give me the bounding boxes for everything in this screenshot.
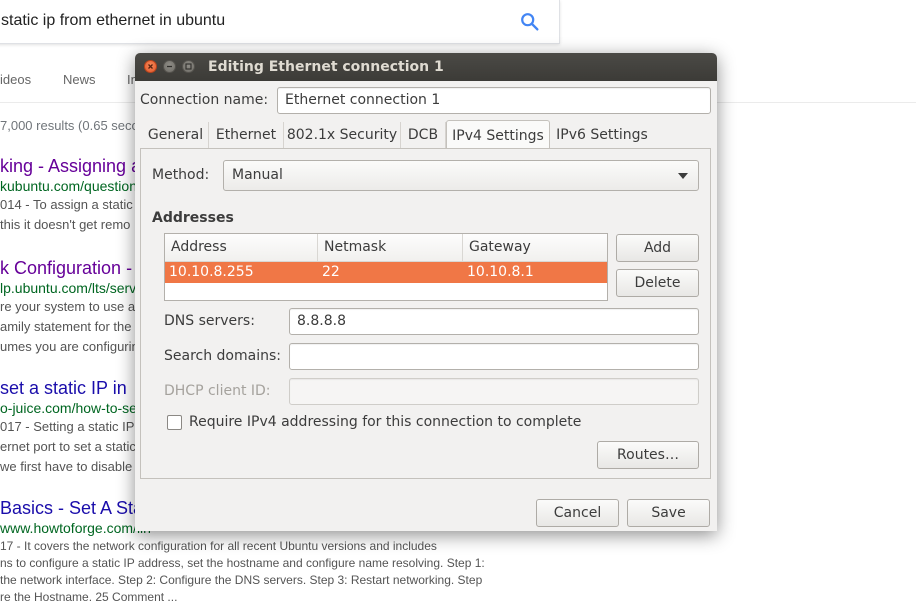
nav-tab-videos[interactable]: ideos: [0, 72, 31, 87]
search-domains-label: Search domains:: [164, 348, 281, 364]
connection-name-label: Connection name:: [140, 92, 269, 108]
addresses-table[interactable]: Address Netmask Gateway 10.10.8.255 22 1…: [164, 233, 608, 301]
result-snippet-line: 17 - It covers the network configuration…: [0, 539, 437, 553]
table-row[interactable]: 10.10.8.255 22 10.10.8.1: [165, 262, 607, 283]
result-snippet-line: ns to configure a static IP address, set…: [0, 556, 485, 570]
close-button[interactable]: [144, 60, 157, 73]
require-ipv4-checkbox[interactable]: [167, 415, 182, 430]
cell-gateway[interactable]: 10.10.8.1: [467, 264, 534, 280]
tab-ipv6-settings[interactable]: IPv6 Settings: [550, 122, 654, 148]
dhcp-client-id-label: DHCP client ID:: [164, 383, 271, 399]
results-count: 7,000 results (0.65 seco: [0, 118, 139, 133]
minimize-button[interactable]: [163, 60, 176, 73]
close-icon: [148, 64, 153, 69]
tab-ipv4-settings[interactable]: IPv4 Settings: [446, 120, 550, 149]
search-box[interactable]: static ip from ethernet in ubuntu: [0, 0, 560, 44]
chevron-down-icon: [678, 173, 688, 179]
maximize-button[interactable]: [182, 60, 195, 73]
column-header-address[interactable]: Address: [165, 234, 318, 262]
cell-address[interactable]: 10.10.8.255: [169, 264, 254, 280]
tab-8021x-security[interactable]: 802.1x Security: [284, 122, 401, 148]
dns-servers-label: DNS servers:: [164, 313, 255, 329]
nav-tab-news[interactable]: News: [63, 72, 96, 87]
add-button[interactable]: Add: [616, 234, 699, 262]
minimize-icon: [167, 65, 172, 68]
tab-dcb[interactable]: DCB: [401, 122, 446, 148]
search-input[interactable]: static ip from ethernet in ubuntu: [1, 12, 225, 30]
delete-button[interactable]: Delete: [616, 269, 699, 297]
dns-servers-value: 8.8.8.8: [297, 313, 346, 329]
dialog-title: Editing Ethernet connection 1: [208, 59, 444, 75]
save-button[interactable]: Save: [627, 499, 710, 527]
search-icon[interactable]: [519, 11, 541, 33]
dns-servers-field[interactable]: 8.8.8.8: [289, 308, 699, 335]
cancel-button[interactable]: Cancel: [536, 499, 619, 527]
result-snippet-line: re the Hostname. 25 Comment ...: [0, 590, 178, 604]
dhcp-client-id-field: [289, 378, 699, 405]
connection-name-value: Ethernet connection 1: [285, 92, 441, 108]
search-domains-field[interactable]: [289, 343, 699, 370]
require-ipv4-label[interactable]: Require IPv4 addressing for this connect…: [189, 414, 581, 430]
addresses-heading: Addresses: [152, 210, 234, 226]
maximize-icon: [185, 63, 192, 70]
dialog-titlebar[interactable]: Editing Ethernet connection 1: [135, 53, 717, 81]
column-header-netmask[interactable]: Netmask: [318, 234, 463, 262]
result-snippet-line: the network interface. Step 2: Configure…: [0, 573, 483, 587]
cell-netmask[interactable]: 22: [322, 264, 340, 280]
method-label: Method:: [152, 167, 210, 183]
routes-button[interactable]: Routes…: [597, 441, 699, 469]
tab-ethernet[interactable]: Ethernet: [209, 122, 284, 148]
column-header-gateway[interactable]: Gateway: [463, 234, 607, 262]
method-value: Manual: [232, 167, 283, 183]
connection-name-field[interactable]: Ethernet connection 1: [277, 87, 711, 114]
method-select[interactable]: Manual: [223, 160, 699, 191]
edit-connection-dialog: Editing Ethernet connection 1 Connection…: [135, 53, 717, 531]
tab-general[interactable]: General: [143, 122, 209, 148]
